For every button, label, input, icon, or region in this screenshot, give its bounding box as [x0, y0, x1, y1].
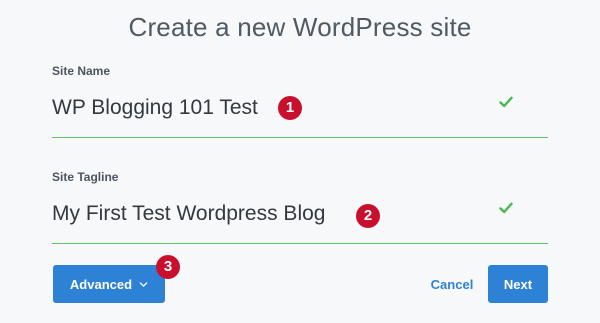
dialog-title: Create a new WordPress site: [128, 12, 472, 42]
site-tagline-underline: [52, 243, 548, 244]
next-button[interactable]: Next: [488, 265, 548, 303]
site-tagline-input[interactable]: My First Test Wordpress Blog: [52, 202, 325, 226]
create-site-dialog: Create a new WordPress site Site Name WP…: [0, 0, 600, 323]
site-name-input[interactable]: WP Blogging 101 Test: [52, 96, 258, 120]
site-tagline-field[interactable]: Site Tagline My First Test Wordpress Blo…: [52, 170, 548, 244]
annotation-badge-1: 1: [278, 96, 302, 120]
advanced-button-label: Advanced: [69, 276, 133, 292]
advanced-button[interactable]: Advanced: [53, 265, 165, 303]
site-tagline-label: Site Tagline: [52, 170, 119, 184]
site-name-label: Site Name: [52, 64, 111, 78]
check-icon: [499, 202, 513, 214]
check-icon: [499, 96, 513, 108]
chevron-down-icon: [139, 281, 148, 287]
annotation-badge-3: 3: [156, 255, 180, 279]
cancel-button[interactable]: Cancel: [426, 265, 478, 303]
annotation-badge-2: 2: [356, 204, 380, 228]
site-name-underline: [52, 137, 548, 138]
